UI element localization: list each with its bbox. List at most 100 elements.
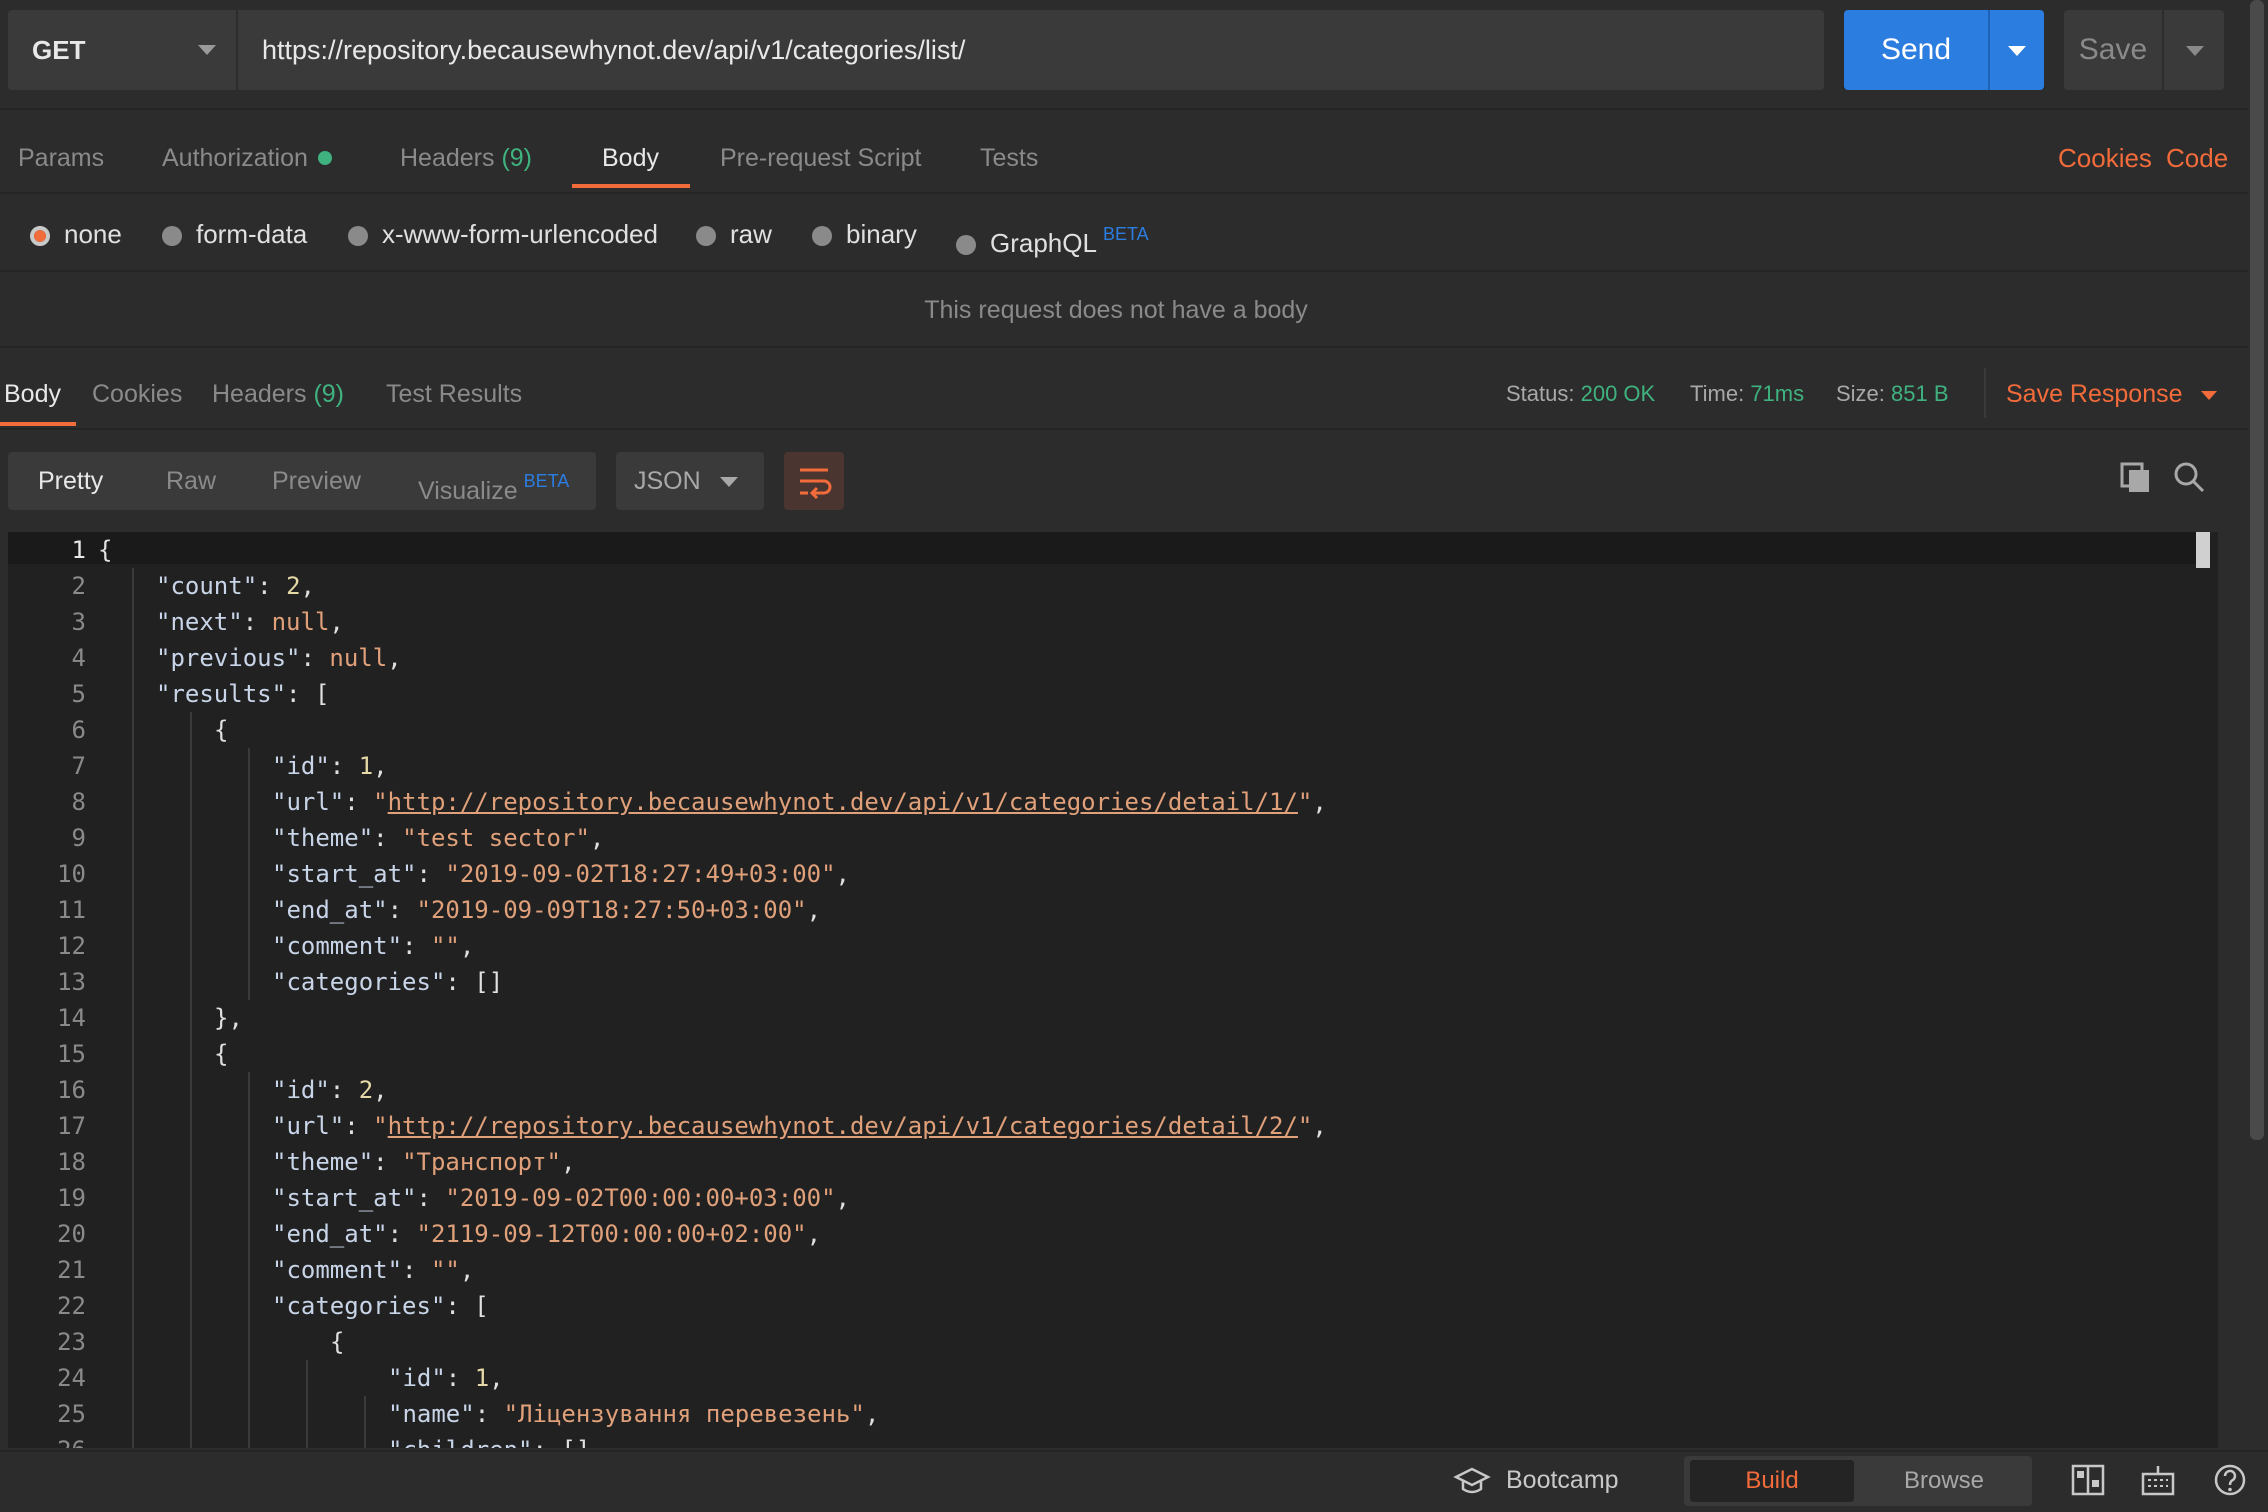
- tab-label: Headers: [212, 380, 307, 408]
- radio-graphql[interactable]: GraphQL BETA: [956, 210, 1149, 258]
- size-label: Size:: [1836, 381, 1885, 406]
- divider: [0, 192, 2248, 194]
- code-line: "results": [: [156, 680, 330, 708]
- code-line: "next": null,: [156, 608, 344, 636]
- radio-raw[interactable]: raw: [696, 210, 772, 258]
- radio-selected-icon: [30, 226, 50, 246]
- view-visualize-button[interactable]: Visualize BETA: [418, 452, 569, 520]
- response-tab-headers[interactable]: Headers (9): [212, 370, 344, 418]
- size-readout: Size: 851 B: [1836, 370, 1949, 418]
- active-tab-indicator: [572, 184, 690, 188]
- radio-none[interactable]: none: [30, 210, 122, 258]
- radio-label: GraphQL: [990, 228, 1097, 258]
- code-line: "end_at": "2019-09-09T18:27:50+03:00",: [272, 896, 822, 924]
- code-line: "theme": "Транспорт",: [272, 1148, 576, 1176]
- divider: [0, 270, 2248, 272]
- help-icon[interactable]: [2212, 1462, 2248, 1498]
- line-number: 3: [71, 608, 86, 636]
- save-options-chevron-icon[interactable]: [2186, 46, 2204, 56]
- radio-label: raw: [730, 219, 772, 249]
- line-number: 4: [71, 644, 86, 672]
- view-preview-button[interactable]: Preview: [272, 452, 361, 510]
- code-line: "start_at": "2019-09-02T00:00:00+03:00",: [272, 1184, 850, 1212]
- response-body-editor[interactable]: 1 2 3 4 5 6 7 8 9 10 11 12 13 14 15 16 17 18 19 20 21 22 23 24 2…: [8, 532, 2218, 1448]
- copy-icon[interactable]: [2118, 460, 2152, 494]
- code-line: {: [98, 536, 113, 564]
- status-label: Status:: [1506, 381, 1575, 406]
- tab-label: Tests: [980, 144, 1039, 172]
- code-line: "url": "http://repository.becausewhynot.…: [272, 1112, 1327, 1140]
- format-select[interactable]: JSON: [616, 452, 764, 510]
- code-link[interactable]: Code: [2166, 134, 2228, 182]
- save-button[interactable]: Save: [2064, 10, 2224, 90]
- chevron-down-icon: [720, 477, 738, 487]
- tab-label: Test Results: [386, 380, 523, 408]
- bootcamp-button[interactable]: Bootcamp: [1452, 1454, 1619, 1507]
- url-input[interactable]: https://repository.becausewhynot.dev/api…: [238, 10, 1824, 90]
- line-number: 25: [57, 1400, 86, 1428]
- time-readout: Time: 71ms: [1690, 370, 1804, 418]
- build-tab[interactable]: Build: [1690, 1460, 1854, 1502]
- send-button[interactable]: Send: [1844, 10, 2044, 90]
- line-number: 15: [57, 1040, 86, 1068]
- code-line: "id": 2,: [272, 1076, 388, 1104]
- tab-headers[interactable]: Headers (9): [400, 134, 532, 188]
- view-raw-button[interactable]: Raw: [166, 452, 216, 510]
- response-tab-cookies[interactable]: Cookies: [92, 370, 182, 418]
- line-number: 7: [71, 752, 86, 780]
- line-number: 21: [57, 1256, 86, 1284]
- save-label: Save: [2078, 33, 2148, 66]
- save-response-button[interactable]: Save Response: [2006, 370, 2217, 418]
- search-icon[interactable]: [2172, 460, 2206, 494]
- send-divider: [1988, 10, 1990, 90]
- code-line: "children": []: [98, 1432, 1327, 1448]
- line-number: 9: [71, 824, 86, 852]
- radio-form-data[interactable]: form-data: [162, 210, 307, 258]
- radio-binary[interactable]: binary: [812, 210, 917, 258]
- auth-status-dot-icon: [317, 151, 332, 165]
- size-value: 851 B: [1891, 381, 1949, 406]
- keyboard-shortcuts-icon[interactable]: [2140, 1462, 2176, 1498]
- radio-label: binary: [846, 219, 917, 249]
- cookies-link[interactable]: Cookies: [2058, 134, 2152, 182]
- response-tab-test-results[interactable]: Test Results: [386, 370, 522, 418]
- tab-authorization[interactable]: Authorization: [162, 134, 332, 188]
- wrap-lines-button[interactable]: [784, 452, 844, 510]
- code-line: "end_at": "2119-09-12T00:00:00+02:00",: [272, 1220, 822, 1248]
- window-scrollbar[interactable]: [2250, 0, 2264, 1140]
- browse-tab[interactable]: Browse: [1862, 1460, 2026, 1502]
- line-number: 26: [8, 1432, 86, 1448]
- chevron-down-icon: [2200, 391, 2217, 400]
- response-tab-body[interactable]: Body: [4, 370, 61, 418]
- line-number: 1: [71, 536, 86, 564]
- radio-label: form-data: [196, 219, 308, 249]
- radio-label: none: [64, 219, 122, 249]
- tab-params[interactable]: Params: [18, 134, 104, 188]
- view-pretty-button[interactable]: Pretty: [38, 452, 103, 510]
- active-response-tab-indicator: [0, 422, 76, 426]
- code-line: "id": 1,: [388, 1364, 504, 1392]
- send-options-chevron-icon[interactable]: [2008, 46, 2026, 56]
- tab-label: Pre-request Script: [720, 144, 922, 172]
- code-line: },: [214, 1004, 243, 1032]
- method-select[interactable]: GET: [8, 10, 236, 90]
- tab-tests[interactable]: Tests: [980, 134, 1038, 188]
- line-number: 23: [57, 1328, 86, 1356]
- tab-pre-request-script[interactable]: Pre-request Script: [720, 134, 921, 188]
- two-pane-view-icon[interactable]: [2070, 1462, 2106, 1498]
- radio-icon: [812, 226, 832, 246]
- divider: [0, 346, 2248, 348]
- send-label: Send: [1880, 33, 1952, 66]
- editor-scrollbar-thumb[interactable]: [2196, 532, 2210, 568]
- code-line: "categories": []: [272, 968, 504, 996]
- tab-label: Authorization: [162, 144, 308, 172]
- tab-body[interactable]: Body: [602, 134, 659, 188]
- line-number: 19: [57, 1184, 86, 1212]
- radio-icon: [348, 226, 368, 246]
- line-number: 20: [57, 1220, 86, 1248]
- code-line: "previous": null,: [156, 644, 402, 672]
- line-number: 13: [57, 968, 86, 996]
- code-line: "comment": "",: [272, 932, 475, 960]
- radio-x-www-form-urlencoded[interactable]: x-www-form-urlencoded: [348, 210, 658, 258]
- code-line: {: [214, 1040, 229, 1068]
